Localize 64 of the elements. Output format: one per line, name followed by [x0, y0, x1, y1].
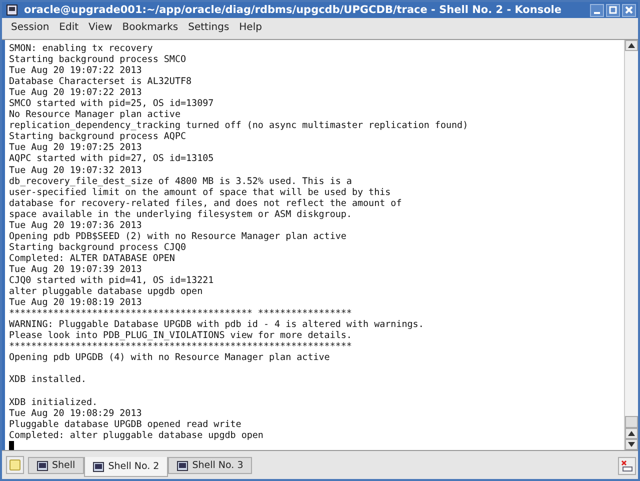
menu-item[interactable]: Edit: [54, 22, 84, 33]
minimize-button[interactable]: [590, 4, 604, 16]
up-arrow-icon: [628, 43, 635, 48]
terminal-line: Tue Aug 20 19:08:29 2013: [9, 408, 143, 419]
text-cursor: [9, 440, 14, 450]
terminal-line: WARNING: Pluggable Database UPGDB with pdb id - 4 is altered with warnings.: [9, 319, 425, 330]
scroll-thumb[interactable]: [625, 416, 638, 428]
terminal-line: space available in the underlying filesystem or ASM diskgroup.: [9, 208, 353, 220]
scroll-down-button[interactable]: [625, 439, 638, 450]
menu-item[interactable]: View: [84, 22, 118, 33]
terminal-line: ******************************************** *****************: [9, 308, 353, 320]
terminal-line: Tue Aug 20 19:07:22 2013: [9, 65, 143, 76]
up-arrow-icon: [628, 431, 635, 436]
terminal-icon: [37, 460, 48, 470]
terminal-line: Starting background process AQPC: [9, 131, 188, 142]
terminal-line: SMCO started with pid=25, OS id=13097: [9, 98, 215, 110]
terminal-line: AQPC started with pid=27, OS id=13105: [9, 153, 215, 165]
terminal-line: No Resource Manager plan active: [9, 109, 182, 120]
terminal-line: Tue Aug 20 19:07:25 2013: [9, 142, 143, 154]
terminal-line: Tue Aug 20 19:07:22 2013: [9, 87, 143, 98]
minimize-icon: [594, 12, 600, 14]
terminal-line: db_recovery_file_dest_size of 4800 MB is 3.52% used. This is a: [9, 176, 353, 187]
terminal-line: Tue Aug 20 19:07:32 2013: [9, 164, 143, 176]
close-icon: [623, 4, 635, 16]
terminal-line: Tue Aug 20 19:07:36 2013: [9, 220, 143, 231]
terminal-line: XDB installed.: [9, 374, 88, 386]
tab[interactable]: Shell No. 3: [168, 457, 252, 474]
terminal-icon: [93, 462, 104, 472]
terminal-line: Pluggable database UPGDB opened read write: [9, 418, 242, 430]
scroll-up-button[interactable]: [625, 40, 638, 51]
terminal-line: Opening pdb UPGDB (4) with no Resource Manager plan active: [9, 352, 331, 364]
tab[interactable]: Shell: [28, 457, 84, 474]
menu-item[interactable]: Settings: [183, 22, 234, 33]
maximize-icon: [607, 4, 619, 16]
scroll-up-button[interactable]: [625, 428, 638, 439]
terminal-line: replication_dependency_tracking turned off (no async multimaster replication found): [9, 120, 470, 132]
terminal-line: Completed: ALTER DATABASE OPEN: [9, 252, 176, 264]
terminal-icon: [6, 4, 18, 16]
terminal-line: user-specified limit on the amount of space that will be used by this: [9, 186, 392, 198]
close-tab-button[interactable]: [618, 457, 636, 475]
maximize-button[interactable]: [606, 4, 620, 16]
down-arrow-icon: [628, 442, 635, 447]
terminal-icon: [177, 460, 188, 470]
terminal-line: Starting background process CJQ0: [9, 242, 188, 253]
menu-item[interactable]: Session: [6, 22, 54, 33]
terminal-line: CJQ0 started with pid=41, OS id=13221: [9, 274, 215, 286]
terminal-line: **************************************************************: [9, 341, 353, 352]
tab[interactable]: Shell No. 2: [84, 457, 168, 477]
terminal-line: Opening pdb PDB$SEED (2) with no Resource Manager plan active: [9, 230, 348, 242]
terminal-line: SMON: enabling tx recovery: [9, 43, 154, 54]
terminal-line: Tue Aug 20 19:07:39 2013: [9, 264, 143, 275]
terminal-line: Please look into PDB_PLUG_IN_VIOLATIONS view for more details.: [9, 330, 353, 342]
terminal-line: Completed: alter pluggable database upgdb open: [9, 430, 264, 441]
window-title: oracle@upgrade001:~/app/oracle/diag/rdbms/upgcdb/UPGCDB/trace - Shell No. 2 - Konsole: [24, 4, 563, 16]
close-button[interactable]: [622, 4, 636, 16]
terminal-line: database for recovery-related files, and does not reflect the amount of: [9, 198, 403, 209]
terminal-line: Starting background process SMCO: [9, 54, 188, 66]
terminal-line: alter pluggable database upgdb open: [9, 286, 204, 298]
terminal-line: Tue Aug 20 19:08:19 2013: [9, 297, 143, 308]
terminal-line: Database Characterset is AL32UTF8: [9, 76, 193, 88]
terminal-line: XDB initialized.: [9, 396, 99, 408]
scrollbar[interactable]: [624, 40, 638, 450]
menu-item[interactable]: Bookmarks: [117, 22, 184, 33]
menu-item[interactable]: Help: [234, 22, 267, 33]
